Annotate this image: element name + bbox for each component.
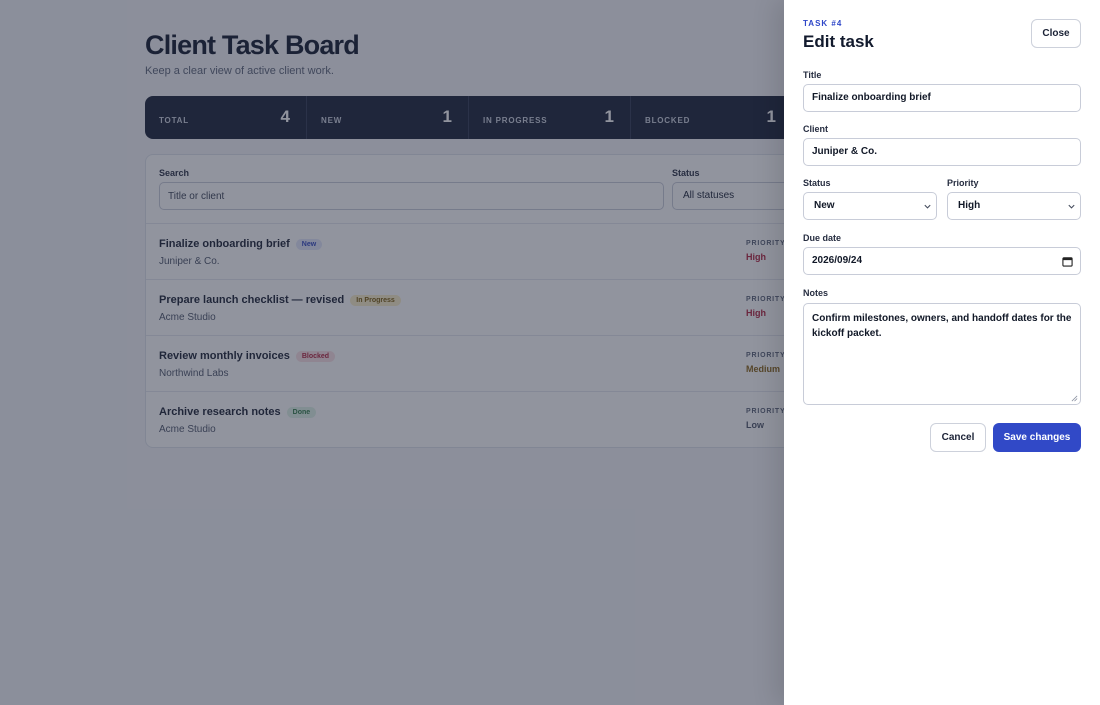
priority-label: Priority: [947, 178, 979, 188]
chevron-down-icon: [924, 204, 931, 209]
title-label: Title: [803, 70, 822, 80]
status-select[interactable]: New: [803, 192, 937, 220]
client-label: Client: [803, 124, 829, 134]
notes-textarea[interactable]: Confirm milestones, owners, and handoff …: [803, 303, 1081, 405]
task-id-eyebrow: TASK #4: [803, 19, 843, 28]
save-changes-button[interactable]: Save changes: [993, 423, 1081, 452]
title-input[interactable]: Finalize onboarding brief: [803, 84, 1081, 112]
status-select-value: New: [814, 200, 835, 211]
cancel-button[interactable]: Cancel: [930, 423, 986, 452]
notes-value: Confirm milestones, owners, and handoff …: [812, 313, 1072, 339]
client-input[interactable]: Juniper & Co.: [803, 138, 1081, 166]
drawer-title: Edit task: [803, 32, 874, 51]
notes-label: Notes: [803, 288, 829, 298]
close-button[interactable]: Close: [1031, 19, 1081, 48]
edit-task-drawer: TASK #4 Edit task Close Title Finalize o…: [784, 0, 1100, 705]
due-date-input[interactable]: 2026/09/24: [803, 247, 1081, 275]
due-date-value: 2026/09/24: [812, 255, 863, 266]
chevron-down-icon: [1068, 204, 1075, 209]
priority-select[interactable]: High: [947, 192, 1081, 220]
calendar-icon[interactable]: [1062, 256, 1073, 267]
priority-select-value: High: [958, 200, 981, 211]
due-date-label: Due date: [803, 233, 842, 243]
status-label: Status: [803, 178, 831, 188]
resize-handle-icon[interactable]: [1071, 395, 1078, 402]
